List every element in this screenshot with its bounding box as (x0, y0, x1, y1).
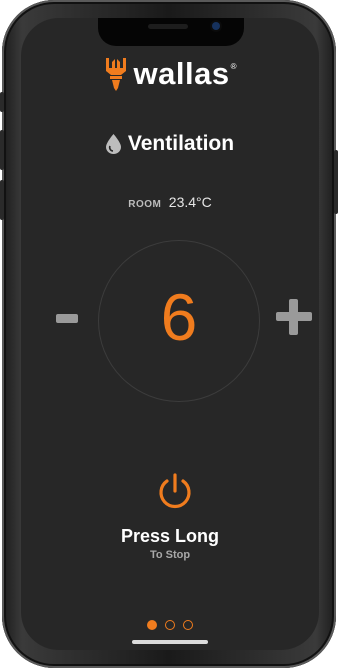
device-notch (98, 18, 244, 46)
side-power-button (334, 150, 338, 214)
volume-down-button (0, 180, 4, 220)
wallas-trident-logo-icon (105, 58, 126, 91)
page-indicator (21, 620, 319, 630)
power-icon[interactable] (155, 472, 195, 512)
registered-mark: ® (230, 62, 237, 71)
ventilation-level: 6 (160, 280, 198, 354)
page-dot-2[interactable] (165, 620, 175, 630)
to-stop-label: To Stop (149, 549, 191, 561)
room-temperature-value: 23.4°C (168, 194, 212, 210)
mode-title: Ventilation (127, 132, 235, 155)
app-screen: wallas ® Ventilation ROOM 23.4°C 6 Press… (21, 18, 319, 650)
brand-name: wallas (133, 56, 230, 91)
room-temperature: ROOM 23.4°C (21, 194, 319, 212)
brand-header: wallas ® (21, 56, 319, 92)
room-label: ROOM (128, 199, 162, 210)
page-dot-1[interactable] (147, 620, 157, 630)
drop-icon (105, 134, 121, 154)
earpiece-speaker (148, 24, 188, 29)
plus-icon-vertical (289, 299, 298, 335)
mute-switch (0, 92, 4, 112)
volume-up-button (0, 130, 4, 170)
decrease-level-button[interactable] (56, 314, 78, 323)
increase-level-button[interactable] (276, 299, 312, 335)
home-indicator[interactable] (132, 640, 208, 644)
mode-header: Ventilation (21, 132, 319, 156)
page-dot-3[interactable] (183, 620, 193, 630)
phone-frame: wallas ® Ventilation ROOM 23.4°C 6 Press… (0, 0, 338, 668)
press-long-label: Press Long (120, 526, 220, 546)
level-dial: 6 (98, 240, 260, 402)
front-camera-icon (212, 22, 220, 30)
